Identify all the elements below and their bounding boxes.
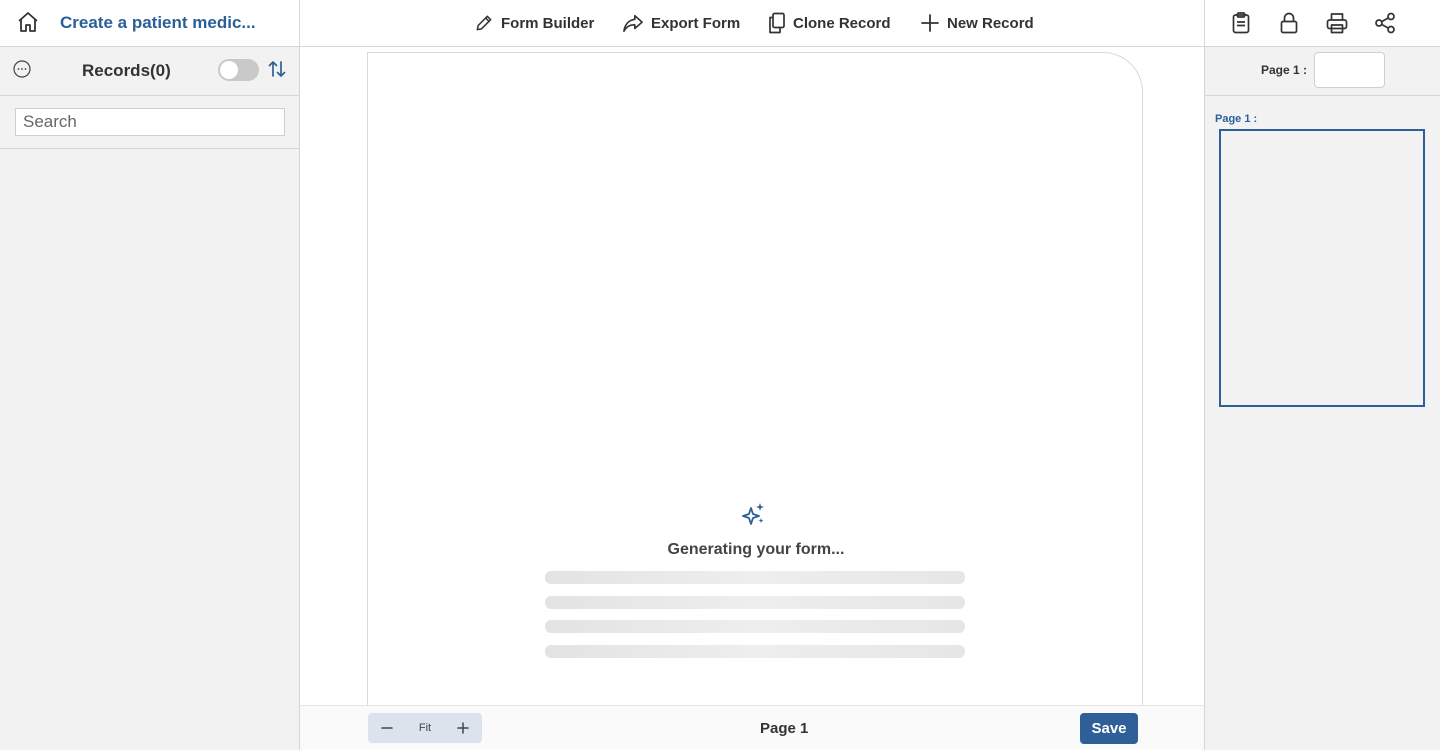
save-button[interactable]: Save — [1080, 713, 1138, 744]
plus-icon — [457, 722, 469, 734]
pages-panel: Page 1 : Page 1 : — [1205, 47, 1440, 750]
canvas-footer: Fit Page 1 Save — [300, 705, 1204, 750]
export-form-button[interactable]: Export Form — [622, 11, 740, 35]
search-input[interactable] — [15, 108, 285, 136]
zoom-in-button[interactable] — [456, 721, 470, 735]
thumbnail-label: Page 1 : — [1215, 113, 1258, 125]
pencil-icon — [476, 15, 492, 31]
printer-icon — [1326, 13, 1348, 34]
loading-skeleton-line — [545, 571, 965, 584]
print-button[interactable] — [1324, 10, 1350, 36]
toggle-knob — [220, 61, 238, 79]
form-canvas: Generating your form... Fit Page 1 Save — [300, 47, 1204, 750]
export-form-label: Export Form — [651, 14, 741, 32]
home-icon — [18, 12, 38, 32]
minus-icon — [381, 727, 393, 729]
lock-button[interactable] — [1276, 10, 1302, 36]
new-record-label: New Record — [947, 14, 1034, 32]
form-page: Generating your form... — [367, 52, 1143, 707]
clipboard-button[interactable] — [1228, 10, 1254, 36]
page-number-bar: Page 1 : — [1205, 47, 1440, 96]
form-builder-button[interactable]: Form Builder — [474, 11, 594, 35]
page-number-label: Page 1 : — [1261, 63, 1308, 77]
page-thumbnail[interactable] — [1219, 129, 1425, 407]
loading-skeleton-line — [545, 620, 965, 633]
current-page-label: Page 1 — [760, 720, 809, 737]
records-toggle[interactable] — [218, 59, 259, 81]
form-builder-label: Form Builder — [501, 14, 595, 32]
page-number-input[interactable] — [1314, 52, 1385, 88]
share-arrow-icon — [623, 14, 643, 32]
sort-icon[interactable] — [266, 58, 288, 80]
records-count-label: Records(0) — [82, 61, 171, 80]
search-bar — [0, 96, 299, 149]
home-button[interactable] — [14, 8, 42, 36]
loading-skeleton-line — [545, 596, 965, 609]
plus-icon — [921, 14, 939, 32]
zoom-controls: Fit — [368, 713, 482, 743]
sparkle-icon — [742, 503, 764, 525]
top-bar: Create a patient medic... Form Builder E… — [0, 0, 1440, 47]
more-options-icon[interactable] — [12, 59, 32, 79]
share-icon — [1375, 12, 1395, 34]
lock-icon — [1280, 12, 1298, 34]
records-sidebar: Records(0) — [0, 47, 299, 750]
new-record-button[interactable]: New Record — [920, 11, 1034, 35]
zoom-out-button[interactable] — [380, 721, 394, 735]
loading-skeleton-line — [545, 645, 965, 658]
records-header: Records(0) — [0, 47, 299, 96]
clone-record-label: Clone Record — [793, 14, 891, 32]
document-title[interactable]: Create a patient medic... — [60, 13, 256, 33]
clone-record-button[interactable]: Clone Record — [768, 11, 891, 35]
copy-icon — [769, 12, 785, 34]
clipboard-icon — [1232, 12, 1250, 34]
share-button[interactable] — [1372, 10, 1398, 36]
zoom-fit-button[interactable]: Fit — [419, 722, 431, 734]
loading-message: Generating your form... — [667, 541, 845, 558]
